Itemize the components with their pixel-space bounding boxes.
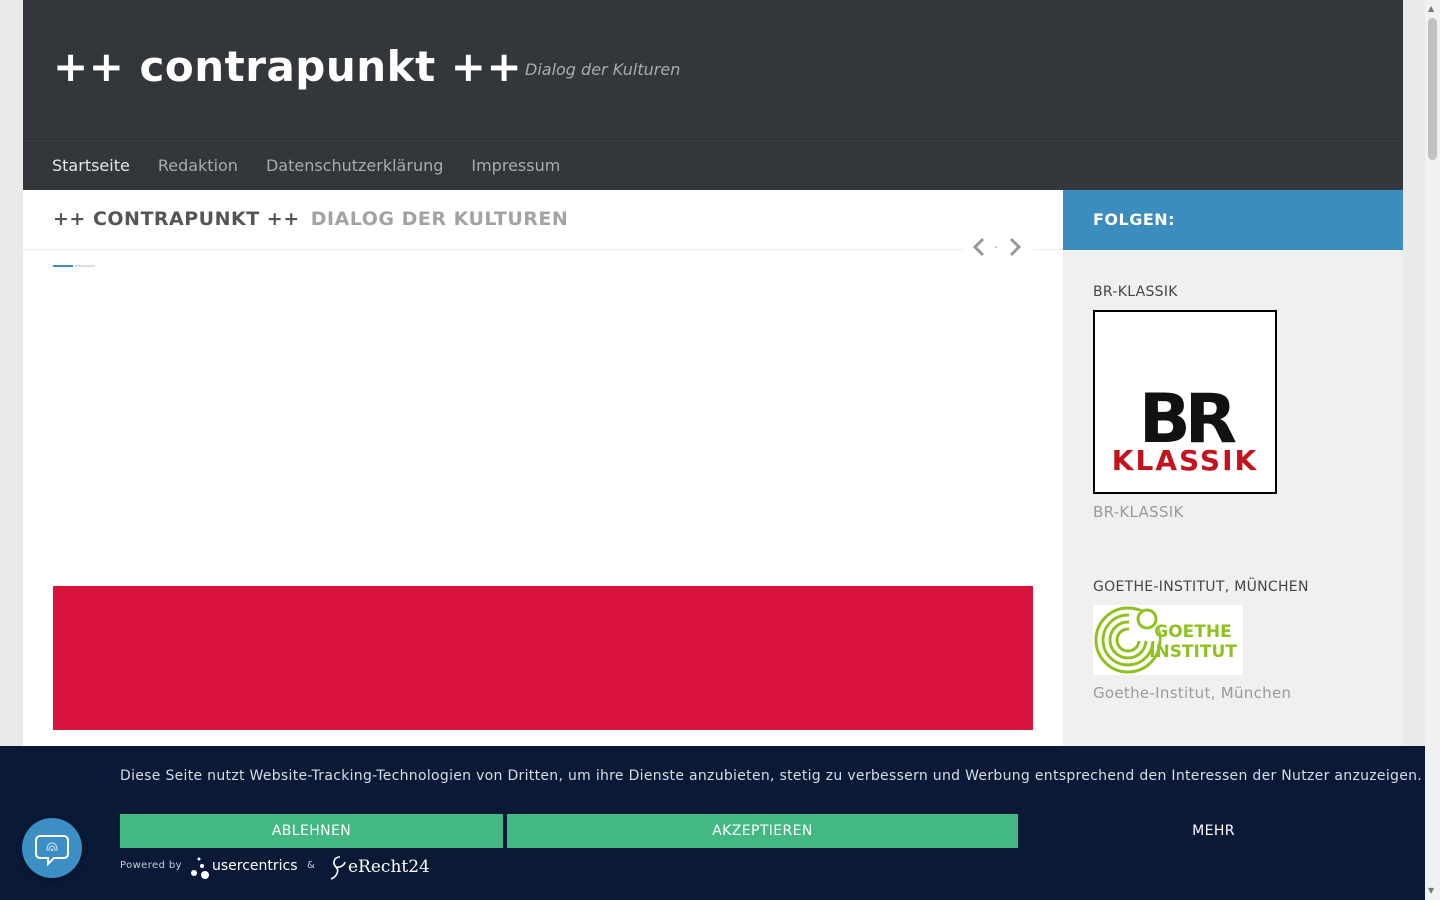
- heading-tagline: DIALOG DER KULTUREN: [310, 208, 569, 230]
- erecht24-logo-text[interactable]: eRecht24: [348, 857, 430, 877]
- goethe-logo-line2: INSTITUT: [1149, 642, 1237, 662]
- site-tagline: Dialog der Kulturen: [525, 60, 681, 79]
- br-klassik-logo[interactable]: BR KLASSIK: [1093, 310, 1277, 494]
- scroll-down-arrow-icon[interactable]: ▼: [1428, 886, 1434, 896]
- widget-caption-goethe[interactable]: Goethe-Institut, München: [1093, 684, 1291, 702]
- widget-caption-br-klassik[interactable]: BR-KLASSIK: [1093, 503, 1184, 521]
- divider: [23, 249, 1063, 250]
- cookie-consent-text: Diese Seite nutzt Website-Tracking-Techn…: [120, 768, 1423, 784]
- usercentrics-logo-text[interactable]: usercentrics: [212, 858, 298, 874]
- accept-button[interactable]: AKZEPTIEREN: [507, 814, 1018, 848]
- vertical-scrollbar[interactable]: ▲ ▼: [1425, 0, 1440, 900]
- pager-dot-active[interactable]: [53, 265, 73, 267]
- pager-dot[interactable]: [75, 265, 95, 267]
- scrollbar-thumb[interactable]: [1428, 18, 1437, 160]
- ampersand: &: [307, 860, 315, 871]
- main-navigation: Startseite Redaktion Datenschutzerklärun…: [23, 140, 1403, 191]
- nav-item-impressum[interactable]: Impressum: [457, 141, 574, 191]
- follow-header: FOLGEN:: [1063, 190, 1403, 250]
- privacy-settings-button[interactable]: [22, 818, 82, 878]
- chevron-right-icon[interactable]: [1005, 232, 1025, 262]
- br-logo-klassik: KLASSIK: [1112, 444, 1258, 477]
- widget-title-goethe: GOETHE-INSTITUT, MÜNCHEN: [1093, 579, 1309, 595]
- fingerprint-icon: [35, 835, 69, 867]
- page-heading: ++ CONTRAPUNKT ++ DIALOG DER KULTUREN: [53, 208, 568, 230]
- more-button[interactable]: MEHR: [1022, 814, 1405, 848]
- slider-navigation: [963, 232, 1033, 262]
- featured-banner[interactable]: [53, 586, 1033, 730]
- goethe-logo-line1: GOETHE: [1154, 622, 1231, 642]
- scroll-up-arrow-icon[interactable]: ▲: [1428, 4, 1434, 14]
- erecht24-icon: [330, 856, 346, 880]
- site-header: ++ contrapunkt ++ Dialog der Kulturen: [23, 0, 1403, 140]
- cookie-consent-banner: Diese Seite nutzt Website-Tracking-Techn…: [0, 746, 1425, 900]
- decline-button[interactable]: ABLEHNEN: [120, 814, 503, 848]
- chevron-left-icon[interactable]: [969, 232, 989, 262]
- powered-by-label: Powered by: [120, 860, 182, 871]
- widget-title-br-klassik: BR-KLASSIK: [1093, 284, 1178, 300]
- goethe-institut-logo[interactable]: GOETHE INSTITUT: [1093, 605, 1243, 675]
- usercentrics-icon: [191, 857, 209, 879]
- nav-item-datenschutz[interactable]: Datenschutzerklärung: [252, 141, 457, 191]
- slider-separator: [995, 246, 997, 248]
- heading-site-name: ++ CONTRAPUNKT ++: [53, 208, 300, 230]
- nav-item-redaktion[interactable]: Redaktion: [144, 141, 252, 191]
- nav-item-startseite[interactable]: Startseite: [38, 141, 144, 191]
- site-title[interactable]: ++ contrapunkt ++: [53, 42, 522, 91]
